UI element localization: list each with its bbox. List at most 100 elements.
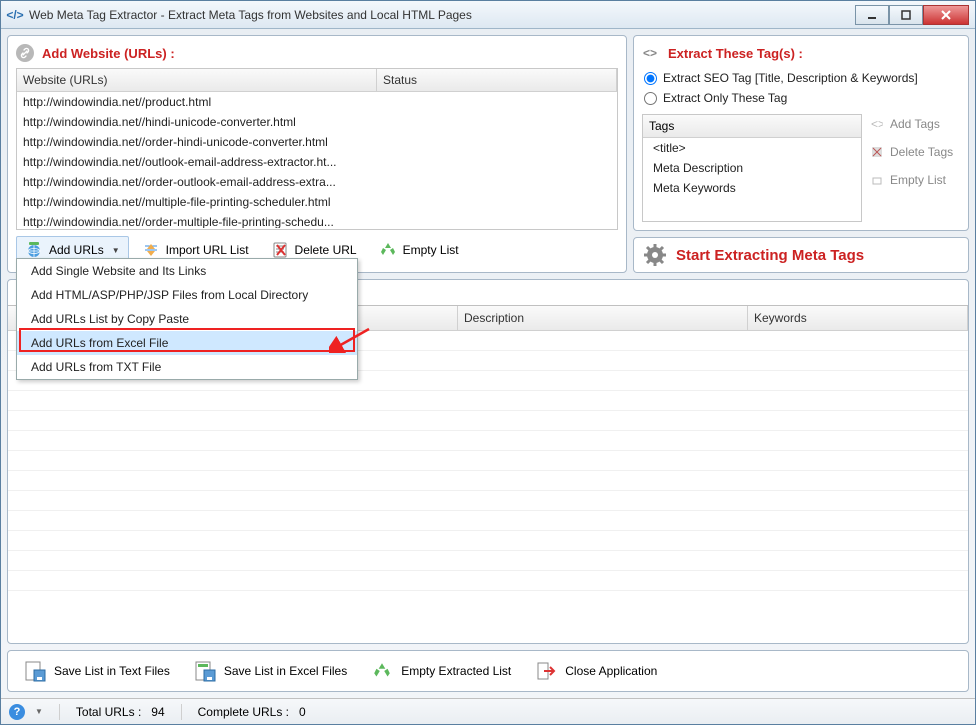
separator <box>59 704 60 720</box>
import-url-list-label: Import URL List <box>166 243 249 257</box>
tag-row[interactable]: Meta Keywords <box>643 178 861 198</box>
svg-text:<>: <> <box>643 46 657 60</box>
top-row: Add Website (URLs) : Website (URLs) Stat… <box>7 35 969 273</box>
right-column: <> Extract These Tag(s) : Extract SEO Ta… <box>633 35 969 273</box>
delete-icon <box>271 241 289 259</box>
add-tags-button[interactable]: <> Add Tags <box>868 114 960 134</box>
col-url[interactable]: Website (URLs) <box>17 69 377 91</box>
recycle-icon <box>379 241 397 259</box>
res-col-keywords[interactable]: Keywords <box>748 306 968 330</box>
empty-list-button[interactable]: Empty List <box>370 236 468 264</box>
dd-add-copy-paste[interactable]: Add URLs List by Copy Paste <box>17 307 357 331</box>
radio-only-input[interactable] <box>644 92 657 105</box>
separator <box>181 704 182 720</box>
url-row[interactable]: http://windowindia.net//order-hindi-unic… <box>17 132 617 152</box>
tag-panel-icon: <> <box>642 44 660 62</box>
empty-tags-button[interactable]: Empty List <box>868 170 960 190</box>
url-row[interactable]: http://windowindia.net//order-multiple-f… <box>17 212 617 228</box>
save-excel-label: Save List in Excel Files <box>224 664 347 678</box>
start-extract-button[interactable]: Start Extracting Meta Tags <box>633 237 969 273</box>
titlebar: </> Web Meta Tag Extractor - Extract Met… <box>1 1 975 29</box>
tag-row[interactable]: <title> <box>643 138 861 158</box>
url-row[interactable]: http://windowindia.net//order-outlook-em… <box>17 172 617 192</box>
add-urls-dropdown: Add Single Website and Its Links Add HTM… <box>16 258 358 380</box>
dropdown-caret-icon: ▼ <box>112 246 120 255</box>
results-row <box>8 491 968 511</box>
results-row <box>8 551 968 571</box>
link-icon <box>16 44 34 62</box>
results-row <box>8 451 968 471</box>
dd-add-from-excel[interactable]: Add URLs from Excel File <box>17 331 357 355</box>
empty-list-label: Empty List <box>403 243 459 257</box>
url-row[interactable]: http://windowindia.net//multiple-file-pr… <box>17 192 617 212</box>
results-row <box>8 571 968 591</box>
results-row <box>8 431 968 451</box>
window-title: Web Meta Tag Extractor - Extract Meta Ta… <box>29 8 855 22</box>
url-grid[interactable]: Website (URLs) Status http://windowindia… <box>16 68 618 230</box>
exit-icon <box>535 660 557 682</box>
results-row <box>8 471 968 491</box>
content-area: Add Website (URLs) : Website (URLs) Stat… <box>1 29 975 698</box>
bottom-action-bar: Save List in Text Files Save List in Exc… <box>7 650 969 692</box>
app-icon: </> <box>7 7 23 23</box>
add-urls-title: Add Website (URLs) : <box>42 46 175 61</box>
add-urls-panel: Add Website (URLs) : Website (URLs) Stat… <box>7 35 627 273</box>
empty-extracted-button[interactable]: Empty Extracted List <box>363 657 519 685</box>
res-col-description[interactable]: Description <box>458 306 748 330</box>
tags-area: Tags <title> Meta Description Meta Keywo… <box>642 114 960 222</box>
svg-text:<>: <> <box>871 118 883 130</box>
import-icon <box>142 241 160 259</box>
minimize-button[interactable] <box>855 5 889 25</box>
app-window: </> Web Meta Tag Extractor - Extract Met… <box>0 0 976 725</box>
tag-row[interactable]: Meta Description <box>643 158 861 178</box>
dd-add-from-txt[interactable]: Add URLs from TXT File <box>17 355 357 379</box>
close-app-label: Close Application <box>565 664 657 678</box>
add-urls-label: Add URLs <box>49 243 104 257</box>
radio-seo-tags[interactable]: Extract SEO Tag [Title, Description & Ke… <box>642 68 960 88</box>
url-toolbar: Add URLs ▼ Import URL List Delete URL <box>16 230 618 264</box>
radio-seo-input[interactable] <box>644 72 657 85</box>
tags-buttons: <> Add Tags Delete Tags Empty List <box>868 114 960 222</box>
url-row[interactable]: http://windowindia.net//product.html <box>17 92 617 112</box>
url-row[interactable]: http://windowindia.net//hindi-unicode-co… <box>17 112 617 132</box>
empty-tag-icon <box>870 173 884 187</box>
tags-list[interactable]: Tags <title> Meta Description Meta Keywo… <box>642 114 862 222</box>
results-row <box>8 411 968 431</box>
status-bar: ? ▼ Total URLs : 94 Complete URLs : 0 <box>1 698 975 724</box>
delete-tags-label: Delete Tags <box>890 145 953 159</box>
add-tags-label: Add Tags <box>890 117 940 131</box>
url-grid-header: Website (URLs) Status <box>17 69 617 92</box>
dd-add-local-files[interactable]: Add HTML/ASP/PHP/JSP Files from Local Di… <box>17 283 357 307</box>
radio-only-these[interactable]: Extract Only These Tag <box>642 88 960 108</box>
dd-add-single[interactable]: Add Single Website and Its Links <box>17 259 357 283</box>
extract-tags-header: <> Extract These Tag(s) : <box>642 44 960 62</box>
total-urls-value: 94 <box>151 705 164 719</box>
close-button[interactable] <box>923 5 969 25</box>
delete-url-label: Delete URL <box>295 243 357 257</box>
extract-tags-panel: <> Extract These Tag(s) : Extract SEO Ta… <box>633 35 969 231</box>
complete-urls-value: 0 <box>299 705 306 719</box>
save-text-button[interactable]: Save List in Text Files <box>16 657 178 685</box>
col-status[interactable]: Status <box>377 69 617 91</box>
add-urls-header: Add Website (URLs) : <box>16 44 618 62</box>
recycle-icon <box>371 660 393 682</box>
save-text-icon <box>24 660 46 682</box>
gear-icon <box>644 244 666 266</box>
complete-urls-label: Complete URLs : <box>198 705 289 719</box>
delete-tags-button[interactable]: Delete Tags <box>868 142 960 162</box>
window-controls <box>855 5 969 25</box>
help-caret-icon: ▼ <box>35 707 43 716</box>
add-tag-icon: <> <box>870 117 884 131</box>
maximize-button[interactable] <box>889 5 923 25</box>
url-row[interactable]: http://windowindia.net//outlook-email-ad… <box>17 152 617 172</box>
close-app-button[interactable]: Close Application <box>527 657 665 685</box>
save-text-label: Save List in Text Files <box>54 664 170 678</box>
help-icon[interactable]: ? <box>9 704 25 720</box>
save-excel-button[interactable]: Save List in Excel Files <box>186 657 355 685</box>
url-grid-body[interactable]: http://windowindia.net//product.html htt… <box>17 92 617 228</box>
results-row <box>8 531 968 551</box>
empty-extracted-label: Empty Extracted List <box>401 664 511 678</box>
results-row <box>8 511 968 531</box>
delete-tag-icon <box>870 145 884 159</box>
extract-tags-title: Extract These Tag(s) : <box>668 46 803 61</box>
